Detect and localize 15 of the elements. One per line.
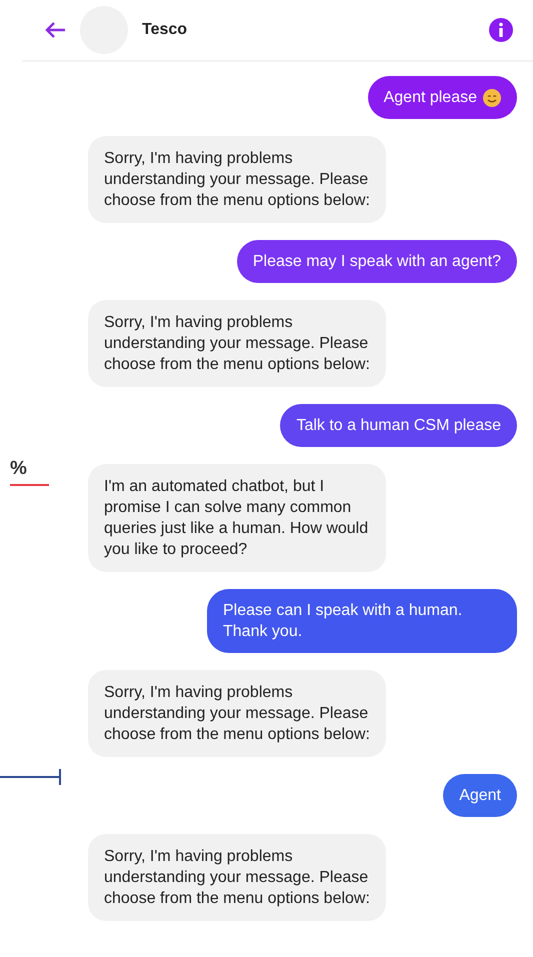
back-icon[interactable] — [44, 21, 66, 39]
message-text: Agent — [459, 786, 501, 806]
received-message: I'm an automated chatbot, but I promise I can solve many common queries just like a human. How would you like to proceed? — [88, 464, 386, 572]
chat-title: Tesco — [142, 21, 188, 39]
marker-line — [0, 766, 64, 788]
received-message: Sorry, I'm having problems understanding your message. Please choose from the menu options below: — [88, 136, 386, 223]
received-message: Sorry, I'm having problems understanding your message. Please choose from the menu options below: — [88, 670, 386, 757]
message-text: Please may I speak with an agent? — [252, 252, 501, 272]
info-icon[interactable] — [489, 18, 513, 42]
received-message: Sorry, I'm having problems understanding your message. Please choose from the menu options below: — [88, 300, 386, 387]
received-message: Sorry, I'm having problems understanding your message. Please choose from the menu options below: — [88, 834, 386, 921]
message-text: Agent please — [384, 88, 477, 108]
percentage-text: % — [10, 458, 49, 486]
message-text: Talk to a human CSM please — [296, 416, 501, 436]
message-text: Please can I speak with a human. Thank you. — [223, 601, 464, 642]
